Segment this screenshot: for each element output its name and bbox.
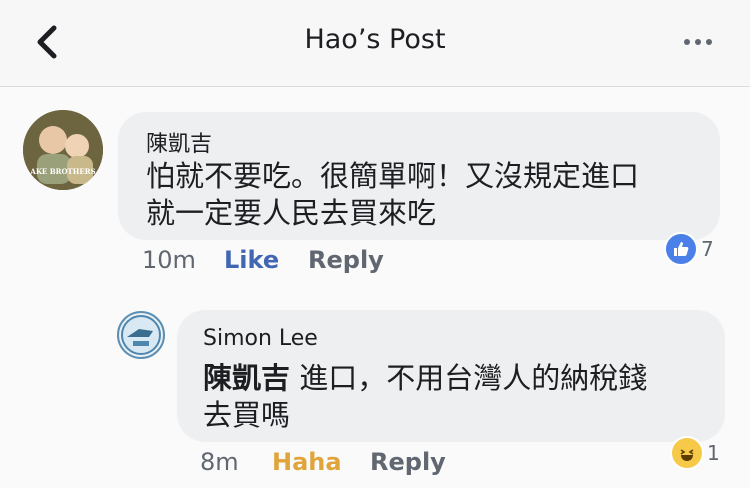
avatar-photo: AKE BROTHERS [23, 110, 103, 190]
haha-button[interactable]: Haha [272, 448, 342, 476]
comment-author[interactable]: Simon Lee [203, 326, 318, 351]
comment-bubble: 陳凱吉 怕就不要吃。很簡單啊！又沒規定進口 就一定要人民去買來吃 [118, 112, 720, 240]
comment-text-segment: 進口，不用台灣人的納稅錢 [290, 361, 648, 395]
reaction-summary[interactable]: 7 [664, 232, 714, 266]
reply-button[interactable]: Reply [370, 448, 446, 476]
more-options-button[interactable] [684, 30, 724, 50]
reply-bubble: Simon Lee 陳凱吉 進口，不用台灣人的納稅錢 去買嗎 [177, 310, 725, 442]
like-button[interactable]: Like [224, 246, 279, 274]
avatar[interactable] [117, 311, 165, 359]
ellipsis-icon [684, 39, 690, 45]
ellipsis-dot [706, 39, 712, 45]
haha-icon [670, 436, 704, 470]
avatar-logo [121, 315, 161, 355]
comment-text-line: 就一定要人民去買來吃 [146, 196, 437, 230]
page-title: Hao’s Post [304, 24, 446, 55]
reaction-count: 7 [701, 237, 714, 261]
mention-link[interactable]: 陳凱吉 [203, 361, 290, 395]
reaction-count: 1 [707, 441, 720, 465]
ellipsis-dot [695, 39, 701, 45]
top-nav-bar: Hao’s Post [0, 0, 750, 87]
comment-text: 陳凱吉 進口，不用台灣人的納稅錢 去買嗎 [203, 360, 713, 434]
comment-text-line: 怕就不要吃。很簡單啊！又沒規定進口 [146, 159, 640, 193]
avatar[interactable]: AKE BROTHERS [23, 110, 103, 190]
reply-button[interactable]: Reply [308, 246, 384, 274]
comment-text-line: 去買嗎 [203, 398, 291, 432]
like-icon [664, 232, 698, 266]
comment-text-line: 陳凱吉 進口，不用台灣人的納稅錢 [203, 360, 713, 397]
comment-author[interactable]: 陳凱吉 [146, 126, 212, 158]
reaction-summary[interactable]: 1 [670, 436, 720, 470]
comment-timestamp: 8m [200, 448, 239, 476]
avatar-text: AKE BROTHERS [29, 167, 95, 176]
comment-text: 怕就不要吃。很簡單啊！又沒規定進口 就一定要人民去買來吃 [146, 158, 706, 232]
comment-timestamp: 10m [142, 246, 196, 274]
